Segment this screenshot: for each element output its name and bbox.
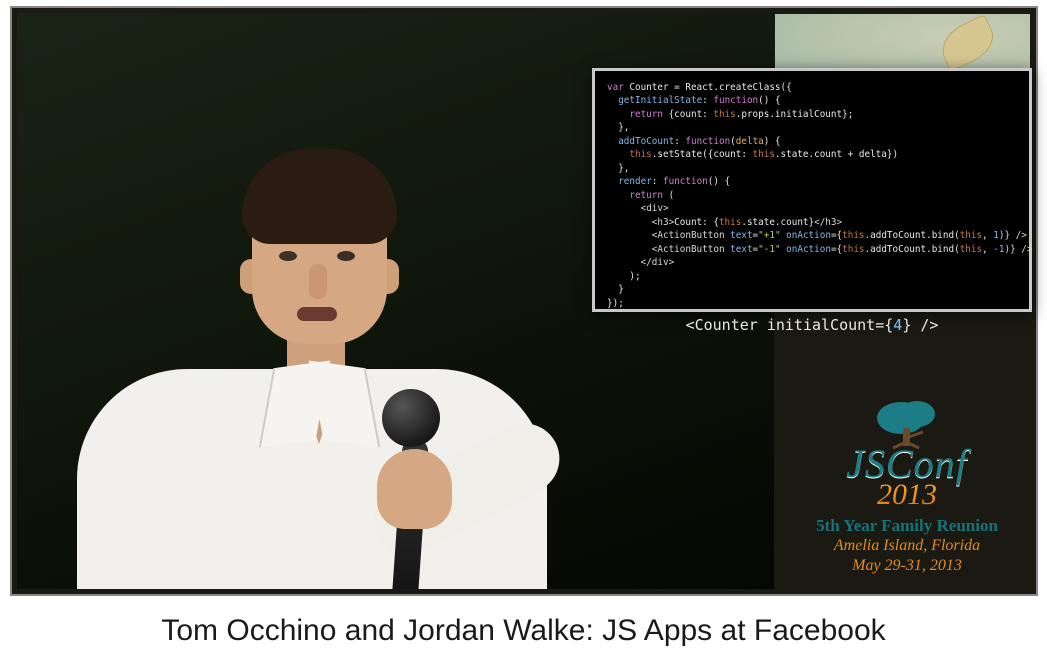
conference-badge: JSConf 2013 5th Year Family Reunion Amel… bbox=[796, 398, 1018, 576]
callout-prefix: <Counter initialCount={ bbox=[686, 316, 894, 334]
microphone-head bbox=[382, 389, 440, 447]
callout-value: 4 bbox=[893, 316, 902, 334]
conference-year: 2013 bbox=[796, 480, 1018, 510]
conference-tagline: 5th Year Family Reunion bbox=[796, 516, 1018, 536]
conference-location: Amelia Island, Florida bbox=[796, 536, 1018, 556]
code-listing: var Counter = React.createClass({ getIni… bbox=[607, 81, 1017, 310]
video-caption: Tom Occhino and Jordan Walke: JS Apps at… bbox=[0, 614, 1047, 648]
conference-dates: May 29-31, 2013 bbox=[796, 556, 1018, 576]
speaker-figure bbox=[67, 159, 547, 589]
conference-name: JSConf bbox=[796, 446, 1018, 482]
jsx-usage-line: <Counter initialCount={4} /> bbox=[607, 316, 1017, 334]
code-slide: var Counter = React.createClass({ getIni… bbox=[592, 68, 1032, 312]
leaf-decoration bbox=[935, 14, 1001, 72]
callout-suffix: } /> bbox=[902, 316, 938, 334]
video-frame[interactable]: var Counter = React.createClass({ getIni… bbox=[10, 6, 1038, 596]
